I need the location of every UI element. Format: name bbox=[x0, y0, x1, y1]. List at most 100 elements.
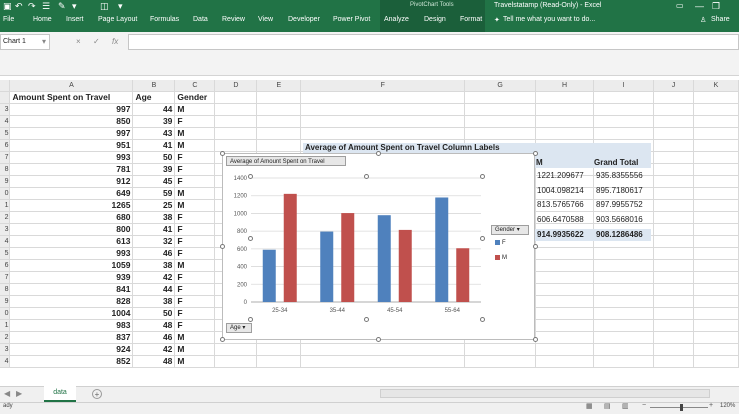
cell-amount[interactable]: 828 bbox=[9, 295, 134, 308]
plot-area-handle[interactable] bbox=[364, 174, 369, 179]
normal-view-icon[interactable]: ▦ bbox=[586, 402, 593, 410]
cell-amount[interactable]: 983 bbox=[9, 319, 134, 332]
cell[interactable] bbox=[693, 283, 739, 296]
row-header[interactable]: 2 bbox=[0, 331, 11, 344]
cell-gender[interactable]: F bbox=[174, 319, 216, 332]
tab-design[interactable]: Design bbox=[424, 16, 446, 23]
cell-amount[interactable]: 1059 bbox=[9, 259, 134, 272]
row-header[interactable]: 6 bbox=[0, 259, 11, 272]
pivot-chart[interactable]: 0 200 400 600 800 1000 1200 1400 25-34 35-44 45-54… bbox=[222, 153, 535, 340]
y-tick-label[interactable]: 0 bbox=[244, 300, 248, 306]
cell-age[interactable]: 50 bbox=[132, 307, 176, 320]
cell[interactable] bbox=[653, 235, 694, 248]
cell[interactable] bbox=[300, 91, 466, 104]
cell-amount[interactable]: 850 bbox=[9, 115, 134, 128]
cell-header-age[interactable]: Age bbox=[132, 91, 176, 104]
cell-age[interactable]: 41 bbox=[132, 139, 176, 152]
tab-file[interactable]: File bbox=[3, 16, 14, 23]
x-tick-label[interactable]: 35-44 bbox=[330, 308, 346, 314]
share-icon[interactable]: ♙ bbox=[700, 16, 706, 24]
row-header[interactable]: 5 bbox=[0, 127, 11, 140]
cell[interactable] bbox=[593, 331, 654, 344]
cell[interactable] bbox=[653, 343, 694, 356]
column-header[interactable]: C bbox=[174, 80, 216, 92]
cell[interactable] bbox=[256, 343, 302, 356]
cell[interactable] bbox=[653, 115, 694, 128]
row-header[interactable]: 8 bbox=[0, 163, 11, 176]
tab-review[interactable]: Review bbox=[222, 16, 245, 23]
cell-age[interactable]: 45 bbox=[132, 175, 176, 188]
cell[interactable] bbox=[593, 271, 654, 284]
cell[interactable] bbox=[214, 115, 258, 128]
cell-amount[interactable]: 781 bbox=[9, 163, 134, 176]
cell-amount[interactable]: 841 bbox=[9, 283, 134, 296]
cell-amount[interactable]: 800 bbox=[9, 223, 134, 236]
cell[interactable] bbox=[464, 91, 537, 104]
cell-gender[interactable]: F bbox=[174, 235, 216, 248]
cell-age[interactable]: 25 bbox=[132, 199, 176, 212]
cell[interactable] bbox=[464, 343, 537, 356]
tab-analyze[interactable]: Analyze bbox=[384, 16, 409, 23]
cell[interactable] bbox=[464, 103, 537, 116]
zoom-slider[interactable] bbox=[650, 407, 708, 408]
cell-age[interactable]: 38 bbox=[132, 259, 176, 272]
row-header[interactable]: 7 bbox=[0, 271, 11, 284]
cell-gender[interactable]: M bbox=[174, 355, 216, 368]
pivot-cell-grand-total[interactable]: 903.5668016 bbox=[596, 215, 643, 224]
cell[interactable] bbox=[593, 319, 654, 332]
pivot-cell-m[interactable]: 1004.098214 bbox=[537, 186, 584, 195]
page-break-view-icon[interactable]: ▥ bbox=[622, 402, 629, 410]
plot-area-handle[interactable] bbox=[248, 317, 253, 322]
cell[interactable] bbox=[653, 211, 694, 224]
pivot-cell-grand-total[interactable]: 935.8355556 bbox=[596, 171, 643, 180]
row-header[interactable]: 7 bbox=[0, 151, 11, 164]
cell-amount[interactable]: 852 bbox=[9, 355, 134, 368]
cell[interactable] bbox=[464, 127, 537, 140]
tab-page-layout[interactable]: Page Layout bbox=[98, 16, 137, 23]
row-header[interactable]: 0 bbox=[0, 187, 11, 200]
cell[interactable] bbox=[653, 295, 694, 308]
row-header[interactable]: 2 bbox=[0, 211, 11, 224]
redo-icon[interactable]: ↷ bbox=[28, 1, 36, 11]
cell[interactable] bbox=[593, 247, 654, 260]
pivot-cell-m[interactable]: 606.6470588 bbox=[537, 215, 584, 224]
cell[interactable] bbox=[693, 223, 739, 236]
resize-handle[interactable] bbox=[220, 337, 225, 342]
cell-gender[interactable]: F bbox=[174, 283, 216, 296]
resize-handle[interactable] bbox=[533, 151, 538, 156]
cell-age[interactable]: 46 bbox=[132, 247, 176, 260]
cell[interactable] bbox=[535, 103, 595, 116]
legend-item-m[interactable]: M bbox=[495, 255, 507, 261]
ribbon-display-icon[interactable]: ▭ bbox=[676, 1, 684, 11]
y-tick-label[interactable]: 1400 bbox=[234, 176, 248, 182]
cell-amount[interactable]: 1004 bbox=[9, 307, 134, 320]
tell-me-search[interactable]: Tell me what you want to do... bbox=[503, 16, 595, 23]
zoom-out-icon[interactable]: − bbox=[642, 402, 646, 409]
cell-gender[interactable]: F bbox=[174, 295, 216, 308]
chart-plot[interactable]: 0 200 400 600 800 1000 1200 1400 25-34 35-44 45-54… bbox=[223, 154, 534, 339]
cell[interactable] bbox=[653, 319, 694, 332]
cell[interactable] bbox=[300, 115, 466, 128]
tab-power-pivot[interactable]: Power Pivot bbox=[333, 16, 370, 23]
cell[interactable] bbox=[535, 355, 595, 368]
pivot-col-grand-total[interactable]: Grand Total bbox=[594, 158, 638, 167]
y-tick-label[interactable]: 1200 bbox=[234, 194, 248, 200]
cell[interactable] bbox=[693, 271, 739, 284]
cell-age[interactable]: 42 bbox=[132, 271, 176, 284]
plot-area-handle[interactable] bbox=[480, 236, 485, 241]
cell-gender[interactable]: F bbox=[174, 247, 216, 260]
cell-gender[interactable]: F bbox=[174, 175, 216, 188]
legend-item-f[interactable]: F bbox=[495, 240, 506, 246]
column-header[interactable]: I bbox=[593, 80, 654, 92]
cell-gender[interactable]: M bbox=[174, 259, 216, 272]
cell-amount[interactable]: 993 bbox=[9, 151, 134, 164]
cell[interactable] bbox=[653, 91, 694, 104]
x-tick-label[interactable]: 55-64 bbox=[445, 308, 461, 314]
cell-amount[interactable]: 680 bbox=[9, 211, 134, 224]
cell[interactable] bbox=[693, 187, 739, 200]
touch-mode-icon[interactable]: ☰ bbox=[42, 1, 50, 11]
bar-m[interactable] bbox=[456, 248, 470, 302]
cell[interactable] bbox=[693, 319, 739, 332]
bar-f[interactable] bbox=[320, 231, 334, 302]
cell[interactable] bbox=[535, 343, 595, 356]
